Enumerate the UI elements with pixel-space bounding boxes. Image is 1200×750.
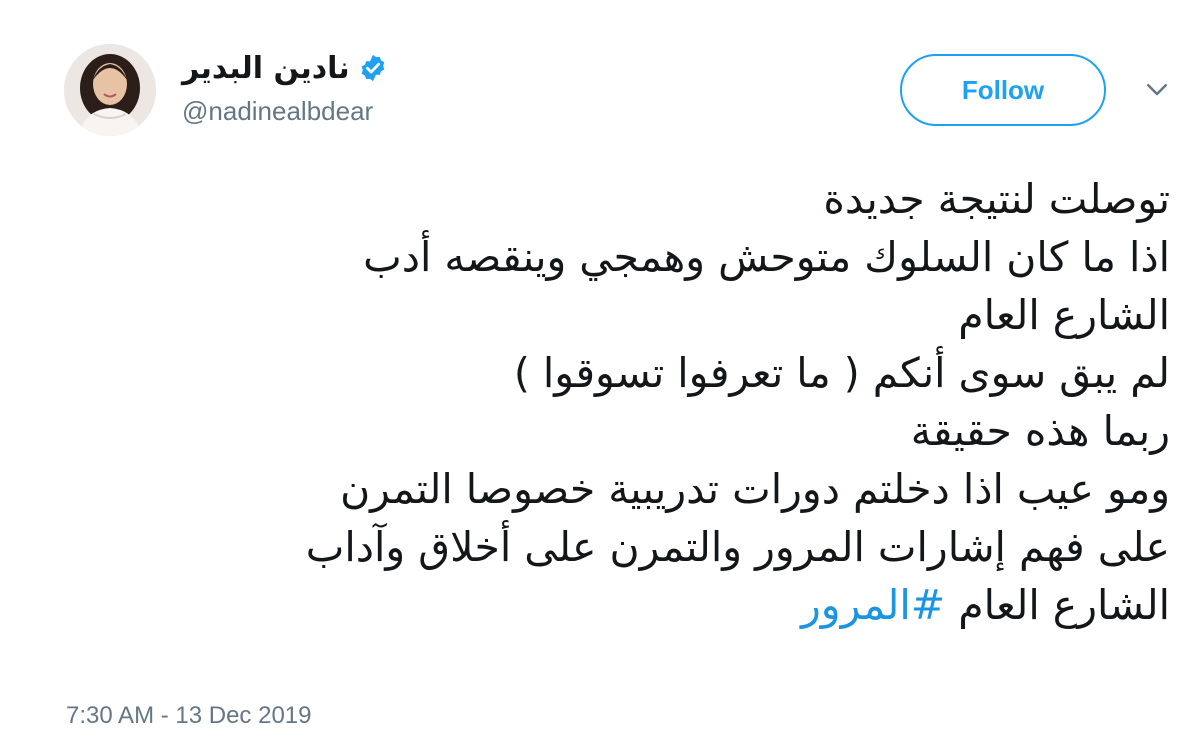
verified-badge-icon [361, 54, 384, 82]
tweet-line: على فهم إشارات المرور والتمرن على أخلاق … [305, 523, 1170, 571]
user-names: نادين البدير @nadinealbdear [182, 46, 482, 127]
tweet-line: توصلت لنتيجة جديدة [823, 175, 1170, 223]
tweet-last-line: الشارع العام #المرور [60, 576, 1170, 634]
tweet-line: لم يبق سوى أنكم ( ما تعرفوا تسوقوا ) [513, 349, 1170, 397]
tweet-card: نادين البدير @nadinealbdear Follow توصلت… [0, 0, 1200, 750]
tweet-line: ومو عيب اذا دخلتم دورات تدريبية خصوصا ال… [340, 465, 1170, 513]
tweet-timestamp[interactable]: 7:30 AM - 13 Dec 2019 [66, 702, 311, 730]
user-handle[interactable]: @nadinealbdear [182, 96, 482, 127]
avatar[interactable] [64, 44, 156, 136]
hashtag-link[interactable]: #المرور [801, 581, 945, 629]
user-avatar-photo [64, 44, 156, 136]
tweet-line: الشارع العام [958, 291, 1170, 339]
display-name: نادين البدير [182, 50, 350, 86]
tweet-line: اذا ما كان السلوك متوحش وهمجي وينقصه أدب [363, 233, 1170, 281]
chevron-down-icon[interactable] [1142, 74, 1172, 104]
follow-button[interactable]: Follow [900, 54, 1106, 126]
tweet-header: نادين البدير @nadinealbdear Follow [64, 40, 1184, 140]
tweet-text: توصلت لنتيجة جديدة اذا ما كان السلوك متو… [60, 170, 1170, 634]
tweet-line: ربما هذه حقيقة [910, 407, 1170, 455]
display-name-row[interactable]: نادين البدير [182, 46, 482, 90]
tweet-line-text: الشارع العام [958, 581, 1170, 629]
